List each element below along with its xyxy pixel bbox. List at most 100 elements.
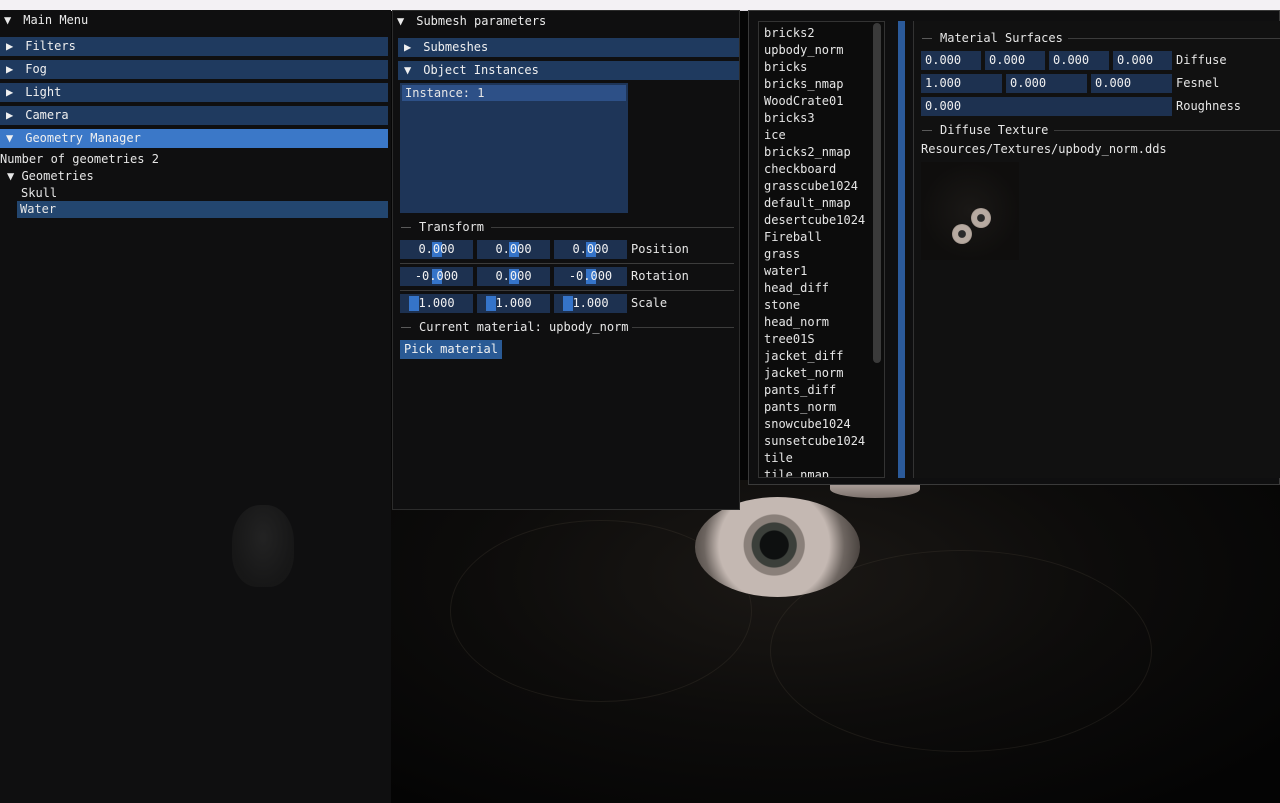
texture-list-item[interactable]: checkboard xyxy=(764,161,836,178)
header-label: Submeshes xyxy=(423,40,489,54)
position-y-drag[interactable]: 0.000 xyxy=(477,240,550,259)
position-z-drag[interactable]: 0.000 xyxy=(554,240,627,259)
diffuse-texture-label: Diffuse Texture xyxy=(922,122,1048,138)
transform-section-label: Transform xyxy=(401,219,484,235)
tree-item-skull[interactable]: Skull xyxy=(21,185,57,202)
texture-list-item[interactable]: jacket_norm xyxy=(764,365,843,382)
header-submeshes[interactable]: ▶ Submeshes xyxy=(398,38,739,57)
tree-node-geometries[interactable]: ▼ Geometries xyxy=(7,168,94,185)
texture-list-item[interactable]: desertcube1024 xyxy=(764,212,865,229)
rotation-y-drag[interactable]: 0.000 xyxy=(477,267,550,286)
header-fog[interactable]: ▶ Fog xyxy=(0,60,388,79)
texture-list-item[interactable]: jacket_diff xyxy=(764,348,843,365)
texture-list-item[interactable]: default_nmap xyxy=(764,195,851,212)
roughness-field[interactable]: 0.000 xyxy=(921,97,1172,116)
separator xyxy=(400,263,734,264)
header-label: Camera xyxy=(25,108,69,122)
diffuse-label: Diffuse xyxy=(1176,53,1227,67)
texture-list-item[interactable]: ice xyxy=(764,127,786,144)
texture-list-item[interactable]: bricks xyxy=(764,59,807,76)
texture-list-item[interactable]: bricks_nmap xyxy=(764,76,843,93)
separator xyxy=(1068,38,1280,39)
collapse-arrow-icon: ▼ xyxy=(7,169,22,183)
texture-list-item[interactable]: head_norm xyxy=(764,314,829,331)
pick-material-button[interactable]: Pick material xyxy=(400,340,502,359)
header-camera[interactable]: ▶ Camera xyxy=(0,106,388,125)
tree-item-label: Water xyxy=(20,202,57,216)
texture-list-item[interactable]: grasscube1024 xyxy=(764,178,858,195)
header-filters[interactable]: ▶ Filters xyxy=(0,37,388,56)
diffuse-g-field[interactable]: 0.000 xyxy=(985,51,1045,70)
separator xyxy=(1054,130,1280,131)
header-light[interactable]: ▶ Light xyxy=(0,83,388,102)
rotation-z-drag[interactable]: -0.000 xyxy=(554,267,627,286)
header-object-instances[interactable]: ▼ Object Instances xyxy=(398,61,739,80)
expand-arrow-icon: ▶ xyxy=(6,62,14,76)
expand-arrow-icon: ▶ xyxy=(6,85,14,99)
panel-splitter[interactable] xyxy=(898,21,905,478)
texture-list-item[interactable]: pants_norm xyxy=(764,399,836,416)
position-x-drag[interactable]: 0.000 xyxy=(400,240,473,259)
texture-list-item[interactable]: tile_nmap xyxy=(764,467,829,477)
main-menu-title[interactable]: ▼ Main Menu xyxy=(0,10,88,30)
scale-y-drag[interactable]: 1.000 xyxy=(477,294,550,313)
diffuse-r-field[interactable]: 0.000 xyxy=(921,51,981,70)
geometry-count: Number of geometries 2 xyxy=(0,152,159,166)
texture-list-item[interactable]: Fireball xyxy=(764,229,822,246)
separator xyxy=(491,227,734,228)
fresnel-g-field[interactable]: 0.000 xyxy=(1006,74,1087,93)
texture-list-item[interactable]: upbody_norm xyxy=(764,42,843,59)
collapse-arrow-icon: ▼ xyxy=(6,131,14,145)
submesh-title[interactable]: ▼ Submesh parameters xyxy=(393,11,546,31)
texture-list-item[interactable]: grass xyxy=(764,246,800,263)
texture-list-item[interactable]: pants_diff xyxy=(764,382,836,399)
header-label: Filters xyxy=(25,39,76,53)
fresnel-label: Fesnel xyxy=(1176,76,1220,90)
collapse-arrow-icon[interactable]: ▼ xyxy=(397,11,409,31)
rotation-label: Rotation xyxy=(631,269,689,283)
texture-list-item[interactable]: bricks3 xyxy=(764,110,815,127)
instance-item[interactable]: Instance: 1 xyxy=(402,85,626,101)
rotation-x-drag[interactable]: -0.000 xyxy=(400,267,473,286)
expand-arrow-icon: ▶ xyxy=(6,108,14,122)
texture-list-item[interactable]: snowcube1024 xyxy=(764,416,851,433)
separator xyxy=(400,290,734,291)
texture-list-scrollbar[interactable] xyxy=(873,23,881,363)
main-menu-window: ▼ Main Menu ▶ Filters ▶ Fog ▶ Light ▶ Ca… xyxy=(0,10,391,803)
texture-list-item[interactable]: sunsetcube1024 xyxy=(764,433,865,450)
window-title-text: Submesh parameters xyxy=(416,14,547,28)
scale-z-drag[interactable]: 1.000 xyxy=(554,294,627,313)
separator xyxy=(632,327,734,328)
expand-arrow-icon: ▶ xyxy=(404,40,412,54)
tree-node-label: Geometries xyxy=(21,169,94,183)
tree-item-water[interactable]: Water xyxy=(17,201,388,218)
texture-list-item[interactable]: head_diff xyxy=(764,280,829,297)
diffuse-a-field[interactable]: 0.000 xyxy=(1113,51,1172,70)
eyeball-model xyxy=(695,497,860,597)
fresnel-b-field[interactable]: 0.000 xyxy=(1091,74,1172,93)
header-label: Fog xyxy=(25,62,47,76)
texture-list-item[interactable]: tree01S xyxy=(764,331,815,348)
window-title-text: Main Menu xyxy=(23,13,89,27)
texture-list[interactable]: bricks2 upbody_norm bricks bricks_nmap WoodC… xyxy=(758,21,885,478)
collapse-arrow-icon: ▼ xyxy=(404,63,412,77)
header-geometry-manager[interactable]: ▼ Geometry Manager xyxy=(0,129,388,148)
position-label: Position xyxy=(631,242,689,256)
texture-list-item[interactable]: bricks2_nmap xyxy=(764,144,851,161)
scale-x-drag[interactable]: 1.000 xyxy=(400,294,473,313)
collapse-arrow-icon[interactable]: ▼ xyxy=(4,10,16,30)
texture-list-item[interactable]: stone xyxy=(764,297,800,314)
eye-texture-detail xyxy=(952,224,972,244)
header-label: Geometry Manager xyxy=(25,131,141,145)
fresnel-r-field[interactable]: 1.000 xyxy=(921,74,1002,93)
expand-arrow-icon: ▶ xyxy=(6,39,14,53)
scene-viewport[interactable] xyxy=(390,480,1280,803)
instances-listbox[interactable]: Instance: 1 xyxy=(400,83,628,213)
diffuse-b-field[interactable]: 0.000 xyxy=(1049,51,1109,70)
scale-label: Scale xyxy=(631,296,668,310)
texture-list-item[interactable]: water1 xyxy=(764,263,807,280)
texture-list-item[interactable]: tile xyxy=(764,450,793,467)
texture-list-item[interactable]: bricks2 xyxy=(764,25,815,42)
texture-list-item[interactable]: WoodCrate01 xyxy=(764,93,843,110)
skull-model xyxy=(232,505,294,587)
